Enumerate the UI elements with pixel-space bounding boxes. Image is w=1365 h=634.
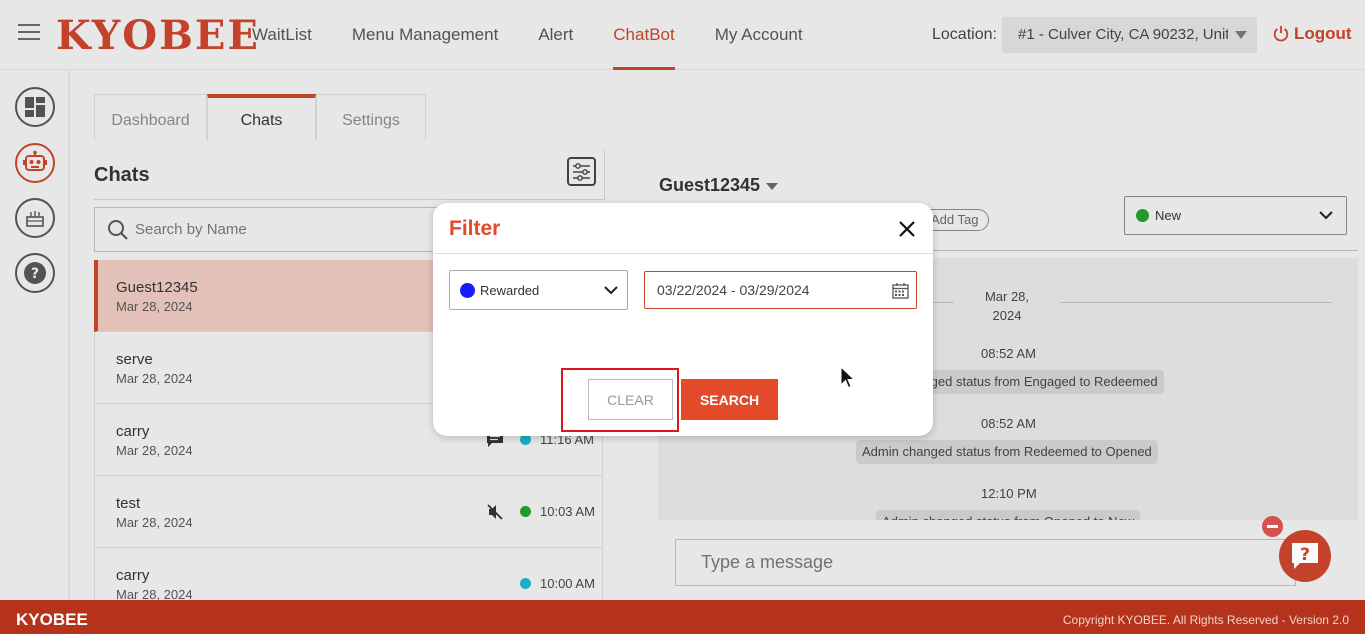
close-icon[interactable] [897, 219, 917, 239]
filter-modal: Filter Rewarded CLEAR SEARCH [433, 203, 933, 436]
footer-copyright: Copyright KYOBEE. All Rights Reserved - … [1062, 613, 1349, 627]
status-filter-select[interactable]: Rewarded [449, 270, 628, 310]
status-filter-label: Rewarded [480, 283, 540, 298]
date-range-input[interactable] [645, 272, 885, 308]
footer-brand: KYOBEE [16, 610, 88, 629]
status-dot [460, 283, 475, 298]
date-range-field[interactable] [644, 271, 917, 309]
clear-button[interactable]: CLEAR [588, 379, 673, 420]
modal-divider [433, 253, 933, 254]
search-button[interactable]: SEARCH [681, 379, 778, 420]
filter-title: Filter [449, 217, 501, 240]
footer: KYOBEE Copyright KYOBEE. All Rights Rese… [0, 600, 1365, 634]
mouse-cursor-icon [840, 366, 856, 389]
chevron-down-icon [604, 286, 618, 295]
calendar-icon[interactable] [892, 282, 909, 299]
